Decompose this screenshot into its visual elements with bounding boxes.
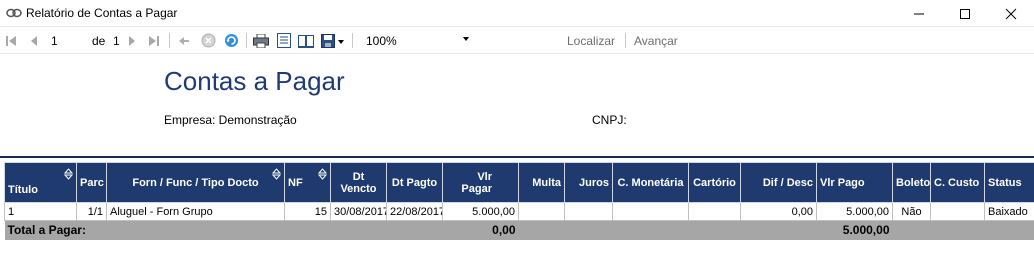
column-header-dif-desc[interactable]: Dif / Desc — [740, 162, 817, 203]
toolbar-separator — [169, 33, 170, 48]
search-input[interactable] — [483, 31, 558, 50]
toolbar-divider — [0, 53, 1034, 54]
first-page-button[interactable] — [5, 32, 17, 49]
print-icon — [253, 33, 269, 48]
report-toolbar: de 1 Localizar Avançar — [0, 28, 1034, 53]
column-header-multa[interactable]: Multa — [518, 162, 565, 203]
first-page-icon — [6, 35, 16, 46]
cell-parc: 1/1 — [76, 202, 107, 221]
cell-dif-desc: 0,00 — [740, 202, 817, 221]
cell-status: Baixado — [984, 202, 1034, 221]
cell-fornecedor: Aluguel - Forn Grupo — [106, 202, 285, 221]
table-header-row: Título Parc Forn / Func / Tipo Docto NF … — [4, 162, 1034, 203]
toolbar-separator — [352, 33, 353, 48]
total-vlr-pagar: 0,00 — [442, 220, 519, 240]
column-header-fornecedor[interactable]: Forn / Func / Tipo Docto — [106, 162, 285, 203]
cell-nf: 15 — [284, 202, 331, 221]
export-button[interactable] — [320, 32, 346, 49]
window-title: Relatório de Contas a Pagar — [26, 6, 178, 20]
minimize-button[interactable] — [896, 0, 942, 27]
close-button[interactable] — [988, 0, 1034, 27]
column-header-cartorio[interactable]: Cartório — [688, 162, 741, 203]
print-layout-icon — [277, 33, 291, 48]
zoom-select[interactable] — [362, 31, 474, 50]
cell-vlr-pagar: 5.000,00 — [442, 202, 519, 221]
total-vlr-pago: 5.000,00 — [816, 220, 893, 240]
cell-boleto: Não — [892, 202, 931, 221]
back-button[interactable] — [177, 32, 191, 49]
column-header-c-monetaria[interactable]: C. Monetária — [612, 162, 689, 203]
toolbar-separator — [246, 33, 247, 48]
report-title: Contas a Pagar — [164, 66, 345, 96]
column-header-nf[interactable]: NF — [284, 162, 331, 203]
page-setup-icon — [298, 34, 314, 48]
stop-icon — [201, 33, 215, 48]
cell-dt-pagto: 22/08/2017 — [386, 202, 443, 221]
column-header-dt-pagto[interactable]: Dt Pagto — [386, 162, 443, 203]
next-page-icon — [129, 35, 135, 46]
close-icon — [1005, 8, 1017, 19]
column-header-vlr-pago[interactable]: Vlr Pago — [816, 162, 893, 203]
refresh-button[interactable] — [223, 32, 239, 49]
find-link[interactable]: Localizar — [567, 34, 615, 48]
export-icon — [321, 33, 344, 48]
back-icon — [179, 36, 189, 45]
column-header-juros[interactable]: Juros — [564, 162, 613, 203]
minimize-icon — [914, 13, 924, 14]
cell-titulo: 1 — [4, 202, 77, 221]
cell-dt-vencto: 30/08/2017 — [330, 202, 387, 221]
toolbar-separator — [625, 33, 626, 48]
sort-icon[interactable] — [64, 168, 73, 180]
page-setup-button[interactable] — [297, 32, 315, 49]
company-label: Empresa: Demonstração — [164, 113, 297, 127]
total-row: Total a Pagar: 0,00 5.000,00 — [4, 220, 1034, 240]
sort-icon[interactable] — [318, 168, 327, 180]
accounts-payable-table: Título Parc Forn / Func / Tipo Docto NF … — [4, 162, 1034, 240]
page-number-input[interactable] — [47, 31, 87, 50]
previous-page-icon — [31, 35, 37, 46]
column-header-titulo[interactable]: Título — [4, 162, 77, 203]
column-header-vlr-pagar[interactable]: Vlr Pagar — [442, 162, 519, 203]
total-label: Total a Pagar: — [4, 220, 443, 240]
cnpj-label: CNPJ: — [592, 113, 627, 127]
column-header-status[interactable]: Status — [984, 162, 1034, 203]
print-layout-button[interactable] — [275, 32, 293, 49]
last-page-icon — [149, 35, 159, 46]
cell-multa — [518, 202, 565, 221]
chevron-down-icon[interactable] — [463, 37, 469, 41]
maximize-button[interactable] — [942, 0, 988, 27]
column-header-boleto[interactable]: Boleto — [892, 162, 931, 203]
column-header-dt-vencto[interactable]: Dt Vencto — [330, 162, 387, 203]
cell-juros — [564, 202, 613, 221]
table-row[interactable]: 1 1/1 Aluguel - Forn Grupo 15 30/08/2017… — [4, 202, 1034, 221]
find-next-link[interactable]: Avançar — [634, 34, 678, 48]
report-divider — [0, 156, 1034, 158]
print-button[interactable] — [252, 32, 270, 49]
cell-c-custo — [930, 202, 985, 221]
next-page-button[interactable] — [126, 32, 138, 49]
cell-vlr-pago: 5.000,00 — [816, 202, 893, 221]
window-titlebar: Relatório de Contas a Pagar — [0, 0, 1034, 27]
maximize-icon — [960, 8, 970, 19]
total-spacer — [518, 220, 817, 240]
cell-c-monetaria — [612, 202, 689, 221]
total-spacer — [892, 220, 1034, 240]
column-header-c-custo[interactable]: C. Custo — [930, 162, 985, 203]
sort-icon[interactable] — [272, 168, 281, 180]
total-pages: 1 — [113, 34, 120, 48]
cell-cartorio — [688, 202, 741, 221]
refresh-icon — [224, 34, 238, 47]
column-header-parc[interactable]: Parc — [76, 162, 107, 203]
stop-button[interactable] — [200, 32, 216, 49]
of-label: de — [92, 34, 106, 48]
last-page-button[interactable] — [147, 32, 161, 49]
previous-page-button[interactable] — [28, 32, 40, 49]
app-logo-icon — [6, 8, 22, 18]
